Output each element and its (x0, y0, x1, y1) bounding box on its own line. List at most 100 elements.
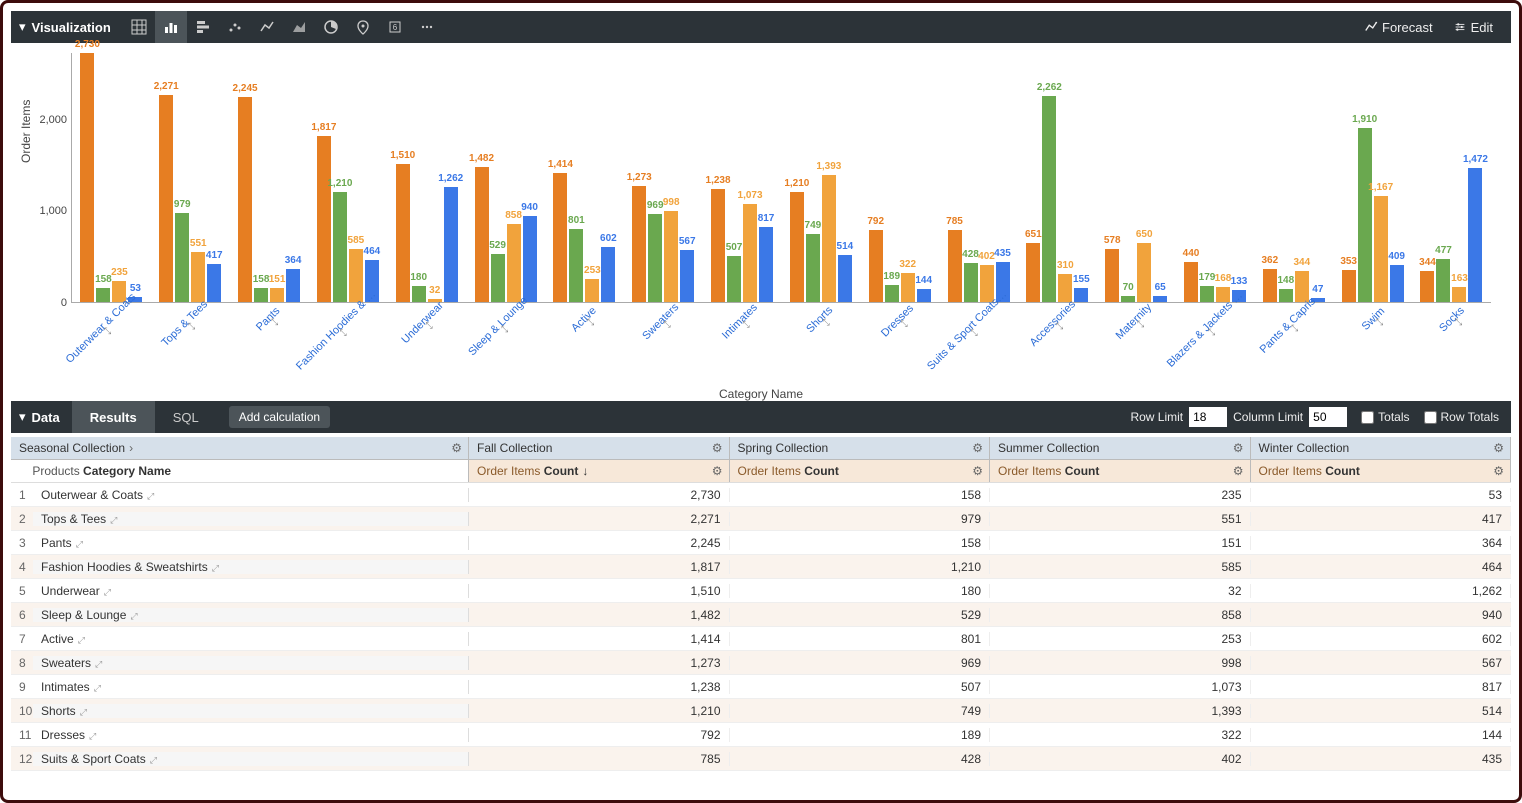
x-tick-label[interactable]: Sweaters ⤢ (640, 301, 681, 342)
cell-spring[interactable]: 180 (730, 584, 991, 598)
cell-fall[interactable]: 785 (469, 752, 730, 766)
row-category-name[interactable]: Underwear⤢ (33, 584, 469, 598)
cell-summer[interactable]: 322 (990, 728, 1251, 742)
chart-bar[interactable]: 310 (1058, 274, 1072, 302)
chart-bar[interactable]: 1,414 (553, 173, 567, 302)
cell-winter[interactable]: 940 (1251, 608, 1512, 622)
cell-fall[interactable]: 2,271 (469, 512, 730, 526)
drill-icon[interactable]: ⤢ (147, 491, 154, 501)
cell-summer[interactable]: 235 (990, 488, 1251, 502)
row-category-name[interactable]: Tops & Tees⤢ (33, 512, 469, 526)
gear-icon[interactable]: ⚙ (1493, 464, 1504, 478)
viz-pie-icon[interactable] (315, 11, 347, 43)
chart-bar[interactable]: 417 (207, 264, 221, 302)
chart-bar[interactable]: 969 (648, 214, 662, 302)
cell-summer[interactable]: 551 (990, 512, 1251, 526)
chart-bar[interactable]: 440 (1184, 262, 1198, 302)
chart-bar[interactable]: 148 (1279, 289, 1293, 302)
chart-bar[interactable]: 155 (1074, 288, 1088, 302)
chart-bar[interactable]: 1,472 (1468, 168, 1482, 302)
chart-bar[interactable]: 2,730 (80, 53, 94, 302)
edit-button[interactable]: Edit (1443, 11, 1503, 43)
chart-bar[interactable]: 144 (917, 289, 931, 302)
chart-bar[interactable]: 792 (869, 230, 883, 302)
chart-bar[interactable]: 1,393 (822, 175, 836, 302)
tab-sql[interactable]: SQL (155, 401, 217, 433)
chart-bar[interactable]: 602 (601, 247, 615, 302)
cell-fall[interactable]: 1,273 (469, 656, 730, 670)
chart-bar[interactable]: 858 (507, 224, 521, 302)
collapse-viz-icon[interactable]: ▾ (19, 19, 26, 35)
drill-icon[interactable]: ⤢ (76, 539, 83, 549)
chart-bar[interactable]: 1,210 (333, 192, 347, 302)
pivot-col-summer[interactable]: Summer Collection⚙ (990, 437, 1251, 459)
chart-bar[interactable]: 585 (349, 249, 363, 302)
viz-line-icon[interactable] (251, 11, 283, 43)
cell-winter[interactable]: 53 (1251, 488, 1512, 502)
chart-category-group[interactable]: 440179168133 (1176, 53, 1255, 302)
row-totals-checkbox[interactable] (1424, 411, 1437, 424)
chart-category-group[interactable]: 2,245158151364 (230, 53, 309, 302)
cell-winter[interactable]: 602 (1251, 632, 1512, 646)
measure-col-spring[interactable]: Order Items Count⚙ (730, 460, 991, 482)
cell-spring[interactable]: 158 (730, 536, 991, 550)
cell-summer[interactable]: 1,073 (990, 680, 1251, 694)
chart-bar[interactable]: 2,245 (238, 97, 252, 302)
gear-icon[interactable]: ⚙ (712, 464, 723, 478)
chart-category-group[interactable]: 3531,9101,167409 (1333, 53, 1412, 302)
chart-bar[interactable]: 477 (1436, 259, 1450, 303)
cell-fall[interactable]: 2,245 (469, 536, 730, 550)
cell-summer[interactable]: 402 (990, 752, 1251, 766)
x-tick-label[interactable]: Socks ⤢ (1437, 305, 1467, 335)
cell-winter[interactable]: 817 (1251, 680, 1512, 694)
viz-single-value-icon[interactable]: 6 (379, 11, 411, 43)
collapse-data-icon[interactable]: ▾ (19, 409, 26, 425)
cell-winter[interactable]: 144 (1251, 728, 1512, 742)
drill-icon[interactable]: ⤢ (104, 587, 111, 597)
cell-summer[interactable]: 585 (990, 560, 1251, 574)
gear-icon[interactable]: ⚙ (1233, 464, 1244, 478)
viz-scatter-icon[interactable] (219, 11, 251, 43)
chart-bar[interactable]: 1,273 (632, 186, 646, 302)
chart-category-group[interactable]: 2,73015823553 (72, 53, 151, 302)
cell-winter[interactable]: 364 (1251, 536, 1512, 550)
chart-bar[interactable]: 163 (1452, 287, 1466, 302)
cell-spring[interactable]: 1,210 (730, 560, 991, 574)
row-category-name[interactable]: Sleep & Lounge⤢ (33, 608, 469, 622)
row-category-name[interactable]: Suits & Sport Coats⤢ (33, 752, 469, 766)
chart-category-group[interactable]: 6512,262310155 (1018, 53, 1097, 302)
chart-category-group[interactable]: 792189322144 (860, 53, 939, 302)
chart-category-group[interactable]: 1,510180321,262 (387, 53, 466, 302)
row-category-name[interactable]: Active⤢ (33, 632, 469, 646)
gear-icon[interactable]: ⚙ (1493, 441, 1504, 455)
cell-spring[interactable]: 529 (730, 608, 991, 622)
row-category-name[interactable]: Intimates⤢ (33, 680, 469, 694)
chart-bar[interactable]: 551 (191, 252, 205, 302)
chart-bar[interactable]: 1,073 (743, 204, 757, 302)
chart-bar[interactable]: 1,482 (475, 167, 489, 302)
cell-fall[interactable]: 1,482 (469, 608, 730, 622)
cell-spring[interactable]: 158 (730, 488, 991, 502)
drill-icon[interactable]: ⤢ (150, 755, 157, 765)
chart-category-group[interactable]: 5787065065 (1097, 53, 1176, 302)
chart-category-group[interactable]: 1,2107491,393514 (781, 53, 860, 302)
pivot-col-spring[interactable]: Spring Collection⚙ (730, 437, 991, 459)
viz-map-icon[interactable] (347, 11, 379, 43)
chart-bar[interactable]: 529 (491, 254, 505, 302)
drill-icon[interactable]: ⤢ (130, 611, 137, 621)
measure-col-summer[interactable]: Order Items Count⚙ (990, 460, 1251, 482)
x-tick-label[interactable]: Outerwear & Coats ⤢ (64, 291, 139, 366)
drill-icon[interactable]: ⤢ (95, 659, 102, 669)
cell-summer[interactable]: 1,393 (990, 704, 1251, 718)
drill-icon[interactable]: ⤢ (110, 515, 117, 525)
x-tick-label[interactable]: Accessories ⤢ (1028, 298, 1078, 348)
chart-bar[interactable]: 578 (1105, 249, 1119, 302)
cell-summer[interactable]: 253 (990, 632, 1251, 646)
x-tick-label[interactable]: Swim ⤢ (1359, 305, 1386, 332)
row-category-name[interactable]: Outerwear & Coats⤢ (33, 488, 469, 502)
cell-winter[interactable]: 417 (1251, 512, 1512, 526)
cell-fall[interactable]: 792 (469, 728, 730, 742)
x-tick-label[interactable]: Pants ⤢ (254, 305, 282, 333)
chart-category-group[interactable]: 1,8171,210585464 (308, 53, 387, 302)
viz-area-icon[interactable] (283, 11, 315, 43)
